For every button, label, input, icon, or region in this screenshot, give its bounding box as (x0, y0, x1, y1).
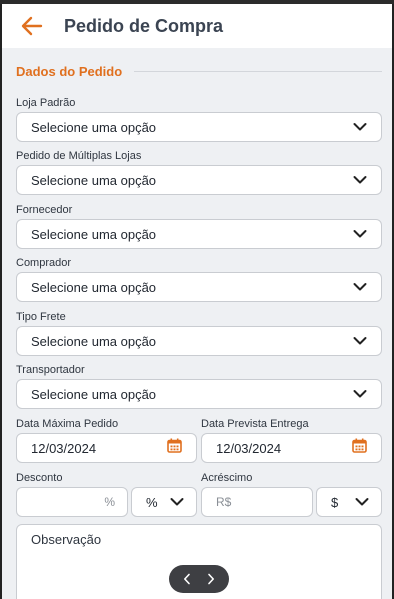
chevron-down-icon (353, 280, 367, 294)
field-data-prevista: Data Prevista Entrega 12/03/2024 (201, 417, 382, 463)
chevron-right-icon (208, 573, 214, 585)
field-label: Pedido de Múltiplas Lojas (16, 150, 142, 162)
field-loja-padrao: Loja Padrão Selecione uma opção (16, 96, 382, 142)
next-button[interactable] (201, 569, 221, 589)
data-maxima-input[interactable]: 12/03/2024 (16, 433, 197, 463)
field-fornecedor: Fornecedor Selecione uma opção (16, 203, 382, 249)
data-prevista-input[interactable]: 12/03/2024 (201, 433, 382, 463)
section-divider (134, 71, 382, 72)
acrescimo-type-select[interactable]: $ (316, 487, 382, 517)
back-button[interactable] (10, 4, 54, 48)
chevron-down-icon (353, 120, 367, 134)
arrow-left-icon (21, 16, 43, 36)
date-value: 12/03/2024 (216, 440, 282, 456)
select-value: % (146, 494, 158, 510)
select-value: Selecione uma opção (31, 119, 157, 135)
select-value: Selecione uma opção (31, 226, 157, 242)
field-label: Data Máxima Pedido (16, 418, 119, 430)
select-value: Selecione uma opção (31, 333, 157, 349)
chevron-down-icon (353, 334, 367, 348)
observacao-placeholder: Observação (31, 532, 102, 547)
currency-placeholder: R$ (216, 495, 232, 509)
prev-button[interactable] (177, 569, 197, 589)
field-label: Comprador (16, 257, 72, 269)
desconto-input[interactable]: % (16, 487, 128, 517)
calendar-icon[interactable] (167, 438, 182, 458)
desconto-type-select[interactable]: % (131, 487, 197, 517)
floating-pager (169, 565, 229, 593)
loja-padrao-select[interactable]: Selecione uma opção (16, 112, 382, 142)
fornecedor-select[interactable]: Selecione uma opção (16, 219, 382, 249)
multiplas-lojas-select[interactable]: Selecione uma opção (16, 165, 382, 195)
tipo-frete-select[interactable]: Selecione uma opção (16, 326, 382, 356)
select-value: $ (331, 494, 339, 510)
comprador-select[interactable]: Selecione uma opção (16, 272, 382, 302)
field-data-maxima: Data Máxima Pedido 12/03/2024 (16, 417, 197, 463)
page-title: Pedido de Compra (64, 15, 224, 36)
field-tipo-frete: Tipo Frete Selecione uma opção (16, 310, 382, 356)
date-value: 12/03/2024 (31, 440, 97, 456)
percent-suffix: % (104, 495, 115, 509)
chevron-down-icon (355, 495, 369, 509)
calendar-icon[interactable] (352, 438, 367, 458)
acrescimo-label: Acréscimo (201, 472, 253, 484)
select-value: Selecione uma opção (31, 386, 157, 402)
chevron-down-icon (170, 495, 184, 509)
app-header: Pedido de Compra (2, 4, 392, 48)
chevron-down-icon (353, 387, 367, 401)
field-label: Transportador (16, 364, 85, 376)
transportador-select[interactable]: Selecione uma opção (16, 379, 382, 409)
field-label: Loja Padrão (16, 97, 76, 109)
field-comprador: Comprador Selecione uma opção (16, 256, 382, 302)
section-header: Dados do Pedido (16, 64, 382, 79)
acrescimo-input[interactable]: R$ (201, 487, 313, 517)
field-transportador: Transportador Selecione uma opção (16, 363, 382, 409)
field-label: Tipo Frete (16, 311, 66, 323)
desconto-label: Desconto (16, 472, 63, 484)
field-multiplas-lojas: Pedido de Múltiplas Lojas Selecione uma … (16, 149, 382, 195)
chevron-down-icon (353, 173, 367, 187)
field-label: Fornecedor (16, 204, 73, 216)
app-screen: Pedido de Compra Dados do Pedido Loja Pa… (0, 4, 394, 599)
chevron-left-icon (184, 573, 190, 585)
field-label: Data Prevista Entrega (201, 418, 309, 430)
select-value: Selecione uma opção (31, 279, 157, 295)
chevron-down-icon (353, 227, 367, 241)
section-title: Dados do Pedido (16, 64, 123, 79)
select-value: Selecione uma opção (31, 172, 157, 188)
